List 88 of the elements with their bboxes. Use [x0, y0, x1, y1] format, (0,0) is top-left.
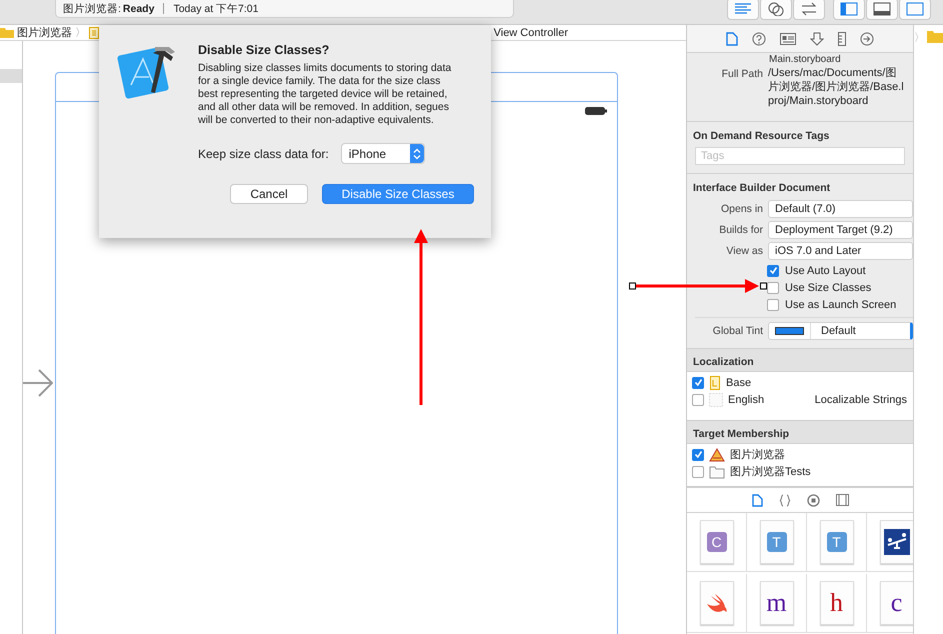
localization-detail: Localizable Strings	[814, 394, 907, 406]
file-inspector-tab[interactable]	[726, 32, 738, 46]
field-label: View as	[725, 245, 764, 257]
section-header: Localization	[687, 349, 913, 372]
status-time: Today at 下午7:01	[173, 2, 258, 16]
braces-icon	[778, 494, 790, 506]
file-name: Main.storyboard	[768, 53, 842, 66]
left-panel-icon	[840, 2, 858, 16]
checkbox[interactable]	[767, 298, 779, 310]
color-popup-button[interactable]: Default	[768, 322, 913, 340]
help-icon	[752, 32, 766, 46]
swap-arrows-icon	[800, 2, 818, 16]
right-panel-icon	[906, 2, 924, 16]
popup-button[interactable]: Default (7.0)	[768, 200, 913, 218]
version-editor-button[interactable]	[793, 0, 825, 20]
entry-point-arrow-icon	[23, 367, 53, 399]
swift-bird-icon	[704, 593, 728, 613]
assistant-editor-button[interactable]	[760, 0, 792, 20]
code-snippet-tab[interactable]	[778, 494, 790, 506]
breadcrumb-separator: 〉	[75, 26, 86, 40]
film-strip-icon	[836, 494, 848, 506]
object-library-tab[interactable]	[806, 494, 820, 506]
utilities-toggle-button[interactable]	[899, 0, 931, 20]
target-name: 图片浏览器Tests	[730, 464, 811, 479]
target-name: 图片浏览器	[730, 448, 785, 462]
identity-tab[interactable]	[780, 32, 796, 44]
folder-icon	[709, 464, 725, 478]
popup-button[interactable]: iOS 7.0 and Later	[768, 242, 913, 260]
navigator-toggle-button[interactable]	[833, 0, 865, 20]
folder-icon	[0, 27, 14, 38]
down-arrow-icon	[810, 32, 824, 46]
attributes-tab[interactable]	[810, 32, 824, 46]
field-label: Builds for	[718, 224, 764, 236]
checkbox[interactable]	[692, 394, 704, 406]
help-tab[interactable]	[752, 32, 766, 46]
up-down-chevron-icon	[412, 148, 421, 160]
strings-file-icon	[709, 376, 721, 390]
dialog-message: Disabling size classes limits documents to storing data for a single device family. The data for the size class best representing the targeted device will be retained, and all other data will be removed. In addition, segues will be converted to their non-adaptive equivalents.	[198, 62, 452, 127]
file-icon	[726, 32, 738, 46]
debug-toggle-button[interactable]	[866, 0, 898, 20]
document-icon	[89, 26, 99, 38]
checkbox[interactable]	[767, 282, 779, 294]
connections-tab[interactable]	[860, 32, 874, 46]
checkbox[interactable]	[767, 264, 779, 276]
section-title: Interface Builder Document	[692, 181, 832, 196]
text-lines-icon	[734, 3, 752, 15]
breadcrumb-item[interactable]: View Controller	[494, 26, 568, 38]
standard-editor-button[interactable]	[727, 0, 759, 20]
tags-field[interactable]: Tags	[695, 147, 905, 165]
status-project: 图片浏览器:	[63, 2, 121, 16]
dialog-title: Disable Size Classes?	[198, 43, 330, 57]
popup-button[interactable]: Deployment Target (9.2)	[768, 221, 913, 239]
full-path-value: /Users/mac/Documents/图片浏览器/图片浏览器/Base.lproj/Main.storyboard	[768, 66, 904, 108]
media-library-tab[interactable]	[836, 494, 848, 506]
battery-icon	[585, 107, 607, 115]
checkbox[interactable]	[692, 376, 704, 388]
file-icon	[752, 494, 762, 506]
field-label: Opens in	[720, 203, 764, 215]
localization-name: Base	[726, 376, 752, 388]
file-template[interactable]: h	[807, 574, 867, 633]
blank-file-icon	[709, 392, 723, 406]
bottom-panel-icon	[873, 2, 891, 16]
checkbox-label: Use as Launch Screen	[785, 298, 896, 310]
id-card-icon	[780, 32, 796, 44]
breadcrumb-item[interactable]: 图片浏览器	[17, 25, 72, 40]
section-header: Target Membership	[687, 421, 913, 444]
full-path-label: Full Path	[720, 68, 764, 82]
ruler-icon	[838, 32, 846, 46]
localization-name: English	[728, 394, 764, 406]
app-target-icon	[709, 448, 725, 462]
folder-icon	[927, 30, 943, 43]
size-tab[interactable]	[838, 32, 846, 46]
cancel-button[interactable]: Cancel	[230, 184, 308, 204]
device-popup-button[interactable]: iPhone	[340, 143, 425, 164]
status-text: Ready	[122, 2, 154, 14]
seesaw-icon	[884, 529, 910, 555]
checkbox-label: Use Auto Layout	[785, 264, 866, 276]
arrow-circle-icon	[860, 32, 874, 46]
checkbox-label: Use Size Classes	[785, 282, 872, 294]
file-template[interactable]: m	[747, 574, 807, 633]
section-title: On Demand Resource Tags	[692, 129, 830, 144]
keep-data-label: Keep size class data for:	[198, 146, 329, 160]
file-template-tab[interactable]	[752, 494, 762, 506]
checkbox[interactable]	[692, 466, 704, 478]
breadcrumb-separator: 〉	[914, 31, 925, 45]
interlocking-circles-icon	[767, 2, 785, 16]
field-label: Global Tint	[712, 324, 764, 336]
checkbox[interactable]	[692, 448, 704, 460]
